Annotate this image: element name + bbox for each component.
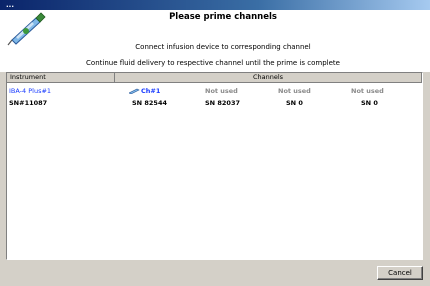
channel-3-serial: SN 0 [286, 99, 303, 107]
instrument-serial: SN#11087 [9, 99, 48, 107]
instrument-name: IBA-4 Plus#1 [9, 87, 52, 95]
channel-4-serial: SN 0 [361, 99, 378, 107]
instruction-line-1: Connect infusion device to corresponding… [135, 43, 311, 51]
channel-2-status: Not used [205, 87, 238, 95]
channel-2-serial: SN 82037 [205, 99, 240, 107]
channels-table: Instrument Channels IBA-4 Plus#1 Ch#1 No… [6, 72, 423, 260]
window-title: ... [6, 1, 14, 9]
button-bar [0, 262, 430, 286]
title-bar: ... [0, 0, 430, 10]
instruction-line-2: Continue fluid delivery to respective ch… [86, 59, 340, 67]
channel-1-cell[interactable]: Ch#1 [129, 86, 160, 96]
table-row[interactable]: IBA-4 Plus#1 Ch#1 Not used Not used Not … [7, 86, 422, 96]
pump-icon [129, 88, 140, 94]
instruction-header: Please prime channels Connect infusion d… [0, 10, 430, 72]
channel-1-serial: SN 82544 [132, 99, 167, 107]
column-header-instrument[interactable]: Instrument [7, 73, 115, 83]
channel-4-status: Not used [351, 87, 384, 95]
channel-3-status: Not used [278, 87, 311, 95]
table-row[interactable]: SN#11087 SN 82544 SN 82037 SN 0 SN 0 [7, 98, 422, 108]
cancel-button[interactable]: Cancel [377, 266, 423, 280]
column-header-channels[interactable]: Channels [115, 73, 422, 83]
dialog-heading: Please prime channels [169, 12, 277, 22]
channel-1-label: Ch#1 [141, 87, 161, 95]
